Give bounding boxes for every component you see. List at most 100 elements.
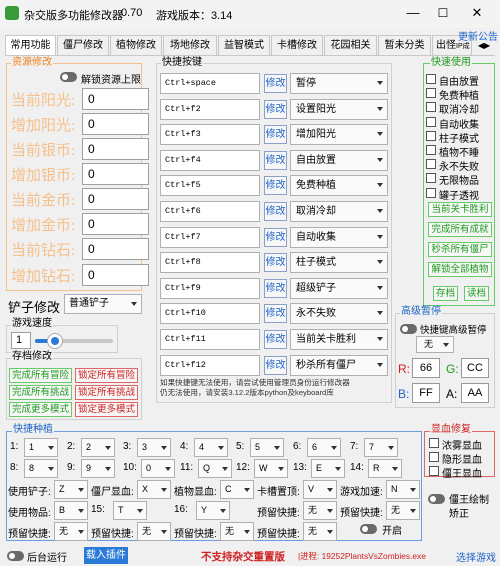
control-key-select[interactable]: 无 [386,501,420,520]
resource-input[interactable]: 0 [82,163,149,185]
control-key-select[interactable]: 无 [303,501,337,520]
load-button[interactable]: 读档 [464,286,489,301]
hotkey-input[interactable]: Ctrl+f8 [160,252,260,274]
plant-key-select[interactable]: 5 [250,438,284,457]
complete-adventure-button[interactable]: 完成所有冒险 [9,368,72,383]
speed-slider-thumb[interactable] [47,334,62,348]
plant-key-select[interactable]: 0 [141,459,175,478]
hotkey-action-select[interactable]: 取消冷却 [290,201,388,222]
hotkey-action-select[interactable]: 暂停 [290,73,388,94]
hotkey-input[interactable]: Ctrl+f12 [160,354,260,376]
checkbox[interactable] [426,187,436,198]
hotkey-action-select[interactable]: 自动收集 [290,226,388,248]
hotkey-input[interactable]: Ctrl+f4 [160,149,260,171]
hotkey-action-select[interactable]: 永不失败 [290,303,388,325]
resource-input[interactable]: 0 [82,188,149,210]
hotkey-action-select[interactable]: 增加阳光 [290,124,388,146]
plant-key-select[interactable]: E [311,459,345,478]
control-key-select[interactable]: C [220,480,254,499]
complete-challenge-button[interactable]: 完成所有挑战 [9,385,72,400]
save-button[interactable]: 存档 [433,286,458,301]
tab-garden[interactable]: 花园相关 [324,35,377,55]
resource-input[interactable]: 0 [82,113,149,135]
lock-challenge-button[interactable]: 锁定所有挑战 [75,385,138,400]
unlock-all-plants-button[interactable]: 解锁全部植物 [428,262,492,277]
modify-button[interactable]: 修改 [264,99,287,119]
modify-button[interactable]: 修改 [264,176,287,196]
win-level-button[interactable]: 当前关卡胜利 [428,202,492,217]
hotkey-input[interactable]: Ctrl+space [160,73,260,94]
control-key-select[interactable]: 无 [54,522,88,541]
modify-button[interactable]: 修改 [264,202,287,221]
resource-input[interactable]: 0 [82,138,149,160]
tab-card-slot[interactable]: 卡槽修改 [271,35,323,55]
checkbox[interactable] [426,102,436,113]
tab-zombie[interactable]: 僵尸修改 [57,35,109,55]
lock-adventure-button[interactable]: 锁定所有冒险 [75,368,138,383]
checkbox[interactable] [429,452,439,462]
hotkey-input[interactable]: Ctrl+f10 [160,303,260,325]
complete-more-modes-button[interactable]: 完成更多模式 [9,402,72,417]
advanced-pause-select[interactable]: 无 [416,336,454,353]
hotkey-input[interactable]: Ctrl+f9 [160,277,260,299]
modify-button[interactable]: 修改 [264,125,287,145]
select-game-link[interactable]: 选择游戏 [456,549,496,564]
hotkey-input[interactable]: Ctrl+f6 [160,201,260,222]
hotkey-action-select[interactable]: 当前关卡胜利 [290,329,388,350]
modify-button[interactable]: 修改 [264,304,287,324]
plant-key-select[interactable]: 2 [81,438,115,457]
checkbox[interactable] [426,145,436,155]
hotkey-input[interactable]: Ctrl+f2 [160,98,260,120]
plant-key-select[interactable]: 7 [364,438,398,457]
tab-puzzle[interactable]: 益智模式 [218,35,270,55]
checkbox[interactable] [429,438,439,448]
minimize-icon[interactable]: — [404,4,422,22]
modify-button[interactable]: 修改 [264,150,287,170]
resource-input[interactable]: 0 [82,213,149,235]
unlock-resource-toggle[interactable] [60,72,77,82]
modify-button[interactable]: 修改 [264,253,287,273]
checkbox[interactable] [426,130,436,141]
plant-key-select[interactable]: Q [198,459,232,478]
modify-button[interactable]: 修改 [264,330,287,349]
plant-key-select[interactable]: 3 [137,438,171,457]
control-key-select[interactable]: Z [54,480,88,499]
modify-button[interactable]: 修改 [264,74,287,93]
hotkey-action-select[interactable]: 自由放置 [290,149,388,171]
background-run-toggle[interactable] [7,551,24,561]
modify-button[interactable]: 修改 [264,227,287,247]
complete-achievements-button[interactable]: 完成所有成就 [428,222,492,237]
quick-plant-enable-toggle[interactable] [360,524,377,534]
update-notice-link[interactable]: 更新公告 [458,28,498,43]
control-key-select[interactable]: 无 [220,522,254,541]
hotkey-input[interactable]: Ctrl+f3 [160,124,260,146]
plant-key-select[interactable]: 4 [194,438,228,457]
tab-field[interactable]: 场地修改 [163,35,217,55]
hotkey-action-select[interactable]: 秒杀所有僵尸 [290,354,388,376]
control-key-select[interactable]: Y [196,501,230,520]
plant-key-select[interactable]: 6 [307,438,341,457]
checkbox[interactable] [426,116,436,127]
a-value-input[interactable]: AA [461,383,489,403]
tab-plant[interactable]: 植物修改 [110,35,162,55]
advanced-pause-toggle[interactable] [400,324,417,334]
shovel-select[interactable]: 普通铲子 [64,294,142,314]
hotkey-input[interactable]: Ctrl+f7 [160,226,260,248]
modify-button[interactable]: 修改 [264,355,287,375]
hotkey-action-select[interactable]: 柱子模式 [290,252,388,274]
checkbox[interactable] [426,88,436,99]
load-plugin-button[interactable]: 载入插件 [84,547,128,564]
checkbox[interactable] [429,466,439,476]
hotkey-input[interactable]: Ctrl+f5 [160,175,260,197]
resource-input[interactable]: 0 [82,238,149,260]
control-key-select[interactable]: B [54,501,88,520]
tab-unclassified[interactable]: 暂未分类 [378,35,431,55]
kill-all-zombies-button[interactable]: 秒杀所有僵尸 [428,242,492,257]
control-key-select[interactable]: N [386,480,420,499]
hotkey-action-select[interactable]: 设置阳光 [290,98,388,120]
control-key-select[interactable]: 无 [137,522,171,541]
g-value-input[interactable]: CC [461,358,489,378]
control-key-select[interactable]: X [137,480,171,499]
plant-key-select[interactable]: 1 [24,438,58,457]
boss-draw-fix-toggle[interactable] [428,494,445,504]
